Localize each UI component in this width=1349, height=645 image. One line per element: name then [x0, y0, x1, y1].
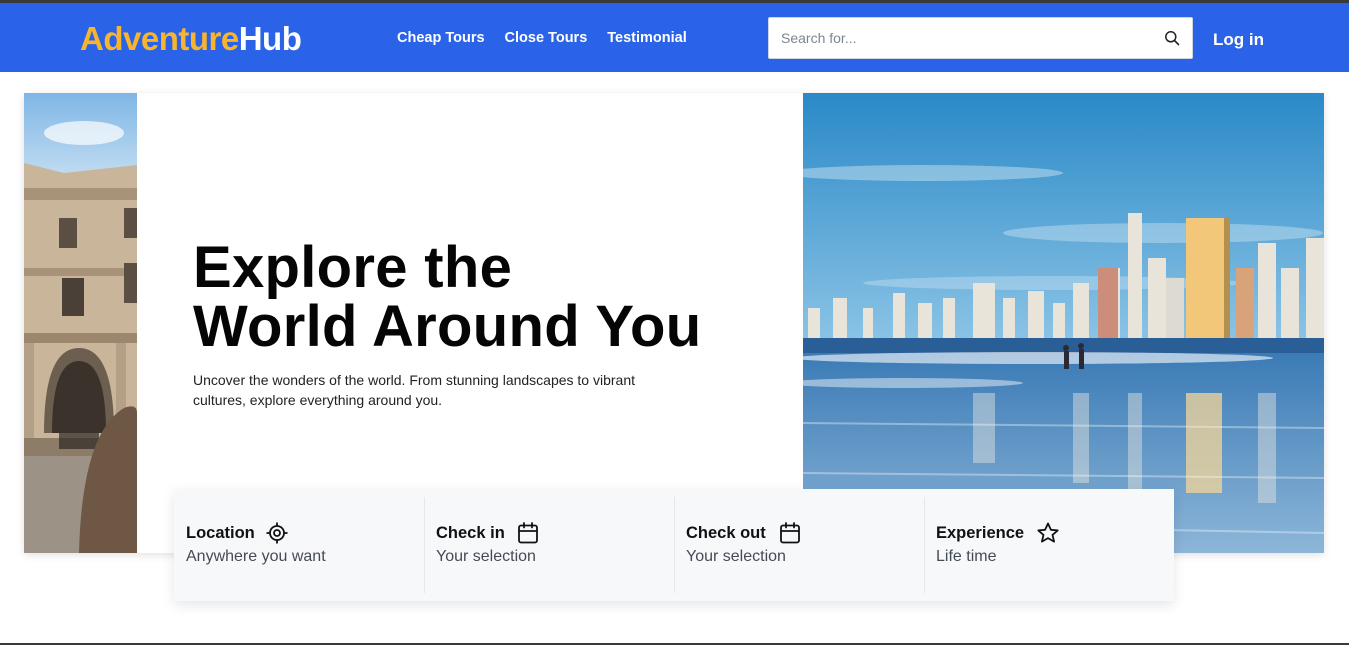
booking-check-in-title: Check in: [436, 524, 505, 542]
booking-bar: Location Anywhere you want Check in Your…: [174, 489, 1174, 601]
nav-link-close-tours[interactable]: Close Tours: [505, 30, 588, 47]
search-box: [768, 17, 1193, 59]
hero-title-line1: Explore the: [193, 235, 513, 300]
star-icon: [1037, 522, 1059, 543]
booking-experience[interactable]: Experience Life time: [924, 489, 1174, 601]
nav-link-testimonial[interactable]: Testimonial: [607, 30, 687, 47]
search-icon[interactable]: [1164, 30, 1180, 46]
booking-location[interactable]: Location Anywhere you want: [174, 489, 424, 601]
hero-title-line2: World Around You: [193, 294, 702, 359]
login-link[interactable]: Log in: [1213, 30, 1264, 50]
nav-link-cheap-tours[interactable]: Cheap Tours: [397, 30, 485, 47]
booking-check-out[interactable]: Check out Your selection: [674, 489, 924, 601]
navbar: AdventureHub Cheap Tours Close Tours Tes…: [0, 3, 1349, 72]
location-target-icon: [266, 522, 288, 544]
booking-location-title: Location: [186, 524, 255, 542]
booking-check-out-title: Check out: [686, 524, 766, 542]
hero-left-image: [24, 93, 137, 553]
hero-subtitle: Uncover the wonders of the world. From s…: [193, 372, 636, 408]
hero-right-image: [803, 93, 1324, 553]
booking-experience-title: Experience: [936, 524, 1025, 542]
calendar-icon: [780, 522, 800, 544]
booking-experience-value: Life time: [936, 548, 997, 565]
brand-logo-part2: Hub: [238, 20, 302, 57]
booking-check-in-value: Your selection: [436, 548, 536, 565]
nav-links: Cheap Tours Close Tours Testimonial: [397, 30, 687, 47]
calendar-icon: [518, 522, 538, 544]
booking-check-in[interactable]: Check in Your selection: [424, 489, 674, 601]
search-input[interactable]: [769, 18, 1149, 58]
brand-logo[interactable]: AdventureHub: [80, 20, 302, 58]
booking-check-out-value: Your selection: [686, 548, 786, 565]
booking-location-value: Anywhere you want: [186, 548, 326, 565]
brand-logo-part1: Adventure: [80, 20, 239, 57]
hero-title: Explore the World Around You: [193, 238, 701, 356]
